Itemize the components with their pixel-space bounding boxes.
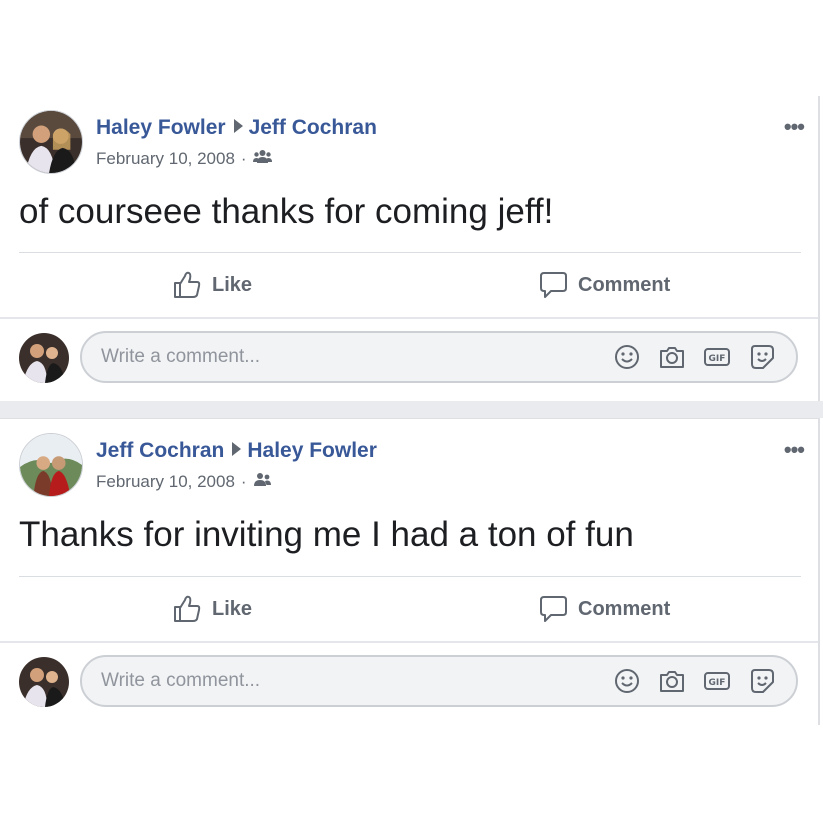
sticker-icon[interactable] xyxy=(748,667,776,695)
camera-icon[interactable] xyxy=(658,667,686,695)
svg-text:GIF: GIF xyxy=(709,354,726,364)
post-meta: February 10, 2008 · xyxy=(96,472,272,492)
comment-composer: Write a comment... GIF xyxy=(0,643,818,707)
meta-separator: · xyxy=(240,472,247,491)
post-options-icon[interactable]: ••• xyxy=(784,114,805,140)
comment-placeholder: Write a comment... xyxy=(101,346,261,367)
comment-tools: GIF xyxy=(613,333,776,381)
post-meta: February 10, 2008 · xyxy=(96,149,272,169)
friends-icon[interactable] xyxy=(253,472,272,492)
comment-button[interactable]: Comment xyxy=(538,254,670,316)
post: Jeff Cochran Haley Fowler February 10, 20… xyxy=(0,418,820,725)
like-button[interactable]: Like xyxy=(172,254,252,316)
svg-text:GIF: GIF xyxy=(709,678,726,688)
author-avatar[interactable] xyxy=(19,110,83,174)
post-header-names: Jeff Cochran Haley Fowler xyxy=(96,439,377,463)
thumbs-up-icon xyxy=(174,271,201,298)
comment-composer: Write a comment... GIF xyxy=(0,319,818,383)
friends-icon[interactable] xyxy=(252,149,272,169)
post-text: of courseee thanks for coming jeff! xyxy=(19,192,554,231)
feed-separator xyxy=(0,401,823,418)
meta-separator: · xyxy=(240,149,247,168)
comment-button[interactable]: Comment xyxy=(538,578,670,640)
commenter-avatar xyxy=(19,333,69,383)
emoji-icon[interactable] xyxy=(613,667,641,695)
speech-bubble-icon xyxy=(540,596,567,622)
post-date[interactable]: February 10, 2008 xyxy=(96,149,235,169)
camera-icon[interactable] xyxy=(658,343,686,371)
like-label: Like xyxy=(212,273,253,296)
speech-bubble-icon xyxy=(540,272,567,298)
recipient-name[interactable]: Jeff Cochran xyxy=(249,116,377,139)
feed: Haley Fowler Jeff Cochran February 10, 20… xyxy=(0,96,823,725)
author-avatar[interactable] xyxy=(19,433,83,497)
post-actions: Like Comment xyxy=(0,578,818,640)
comment-input[interactable]: Write a comment... GIF xyxy=(80,655,798,707)
post-date[interactable]: February 10, 2008 xyxy=(96,472,235,492)
comment-input[interactable]: Write a comment... GIF xyxy=(80,331,798,383)
comment-tools: GIF xyxy=(613,657,776,705)
divider xyxy=(19,252,801,253)
gif-icon[interactable]: GIF xyxy=(703,343,731,371)
arrow-right-icon xyxy=(233,119,243,133)
post-text: Thanks for inviting me I had a ton of fu… xyxy=(19,515,634,554)
gif-icon[interactable]: GIF xyxy=(703,667,731,695)
sticker-icon[interactable] xyxy=(748,343,776,371)
like-label: Like xyxy=(212,597,253,620)
emoji-icon[interactable] xyxy=(613,343,641,371)
author-name[interactable]: Haley Fowler xyxy=(96,116,226,139)
author-name[interactable]: Jeff Cochran xyxy=(96,439,224,462)
post-actions: Like Comment xyxy=(0,254,818,316)
recipient-name[interactable]: Haley Fowler xyxy=(247,439,377,462)
post-options-icon[interactable]: ••• xyxy=(784,437,805,463)
arrow-right-icon xyxy=(232,442,242,456)
thumbs-up-icon xyxy=(174,595,201,622)
comment-label: Comment xyxy=(578,597,671,620)
post: Haley Fowler Jeff Cochran February 10, 20… xyxy=(0,96,820,401)
post-header-names: Haley Fowler Jeff Cochran xyxy=(96,116,377,140)
comment-placeholder: Write a comment... xyxy=(101,670,261,691)
like-button[interactable]: Like xyxy=(172,578,252,640)
comment-label: Comment xyxy=(578,273,671,296)
divider xyxy=(19,576,801,577)
commenter-avatar xyxy=(19,657,69,707)
